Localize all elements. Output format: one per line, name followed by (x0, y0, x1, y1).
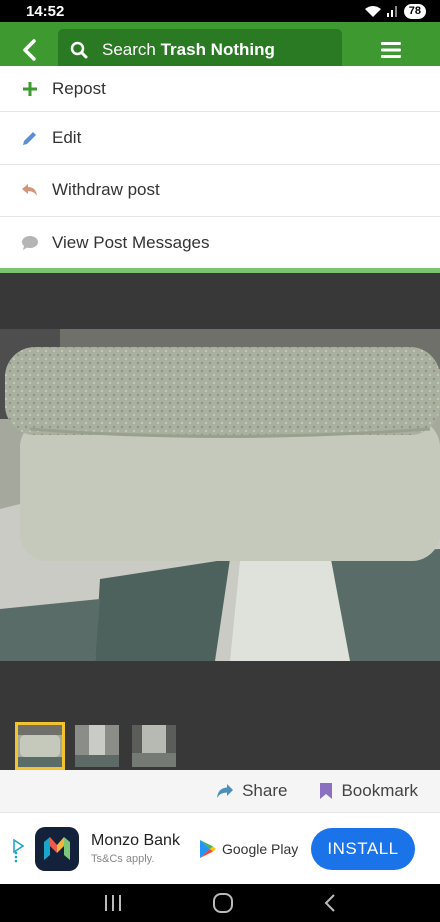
undo-arrow-icon (20, 180, 40, 200)
google-play-label: Google Play (222, 840, 299, 857)
ad-choices-icon[interactable] (0, 813, 35, 885)
back-chevron-icon (23, 39, 36, 61)
search-brand: Trash Nothing (160, 40, 275, 59)
photo-gallery (0, 273, 440, 770)
hamburger-icon (381, 42, 401, 58)
menu-item-label: Withdraw post (52, 180, 160, 200)
menu-item-label: View Post Messages (52, 232, 210, 252)
plus-icon (20, 79, 40, 99)
thumbnail-2[interactable] (75, 725, 119, 767)
post-actions-menu: Repost Edit Withdraw post View Post Mess… (0, 66, 440, 270)
battery-icon: 78 (403, 3, 426, 19)
wifi-icon (364, 5, 381, 17)
speech-bubble-icon (20, 233, 40, 253)
share-button[interactable]: Share (216, 781, 287, 801)
google-play-badge: Google Play (199, 839, 311, 859)
bookmark-label: Bookmark (341, 781, 418, 800)
share-label: Share (242, 781, 288, 800)
post-photo[interactable] (0, 329, 440, 661)
signal-icon (386, 6, 397, 17)
status-time: 14:52 (26, 2, 65, 20)
thumbnail-strip (15, 722, 176, 770)
ad-subtitle: Ts&Cs apply. (91, 853, 155, 865)
pencil-icon (20, 128, 40, 148)
search-placeholder: Search Trash Nothing (102, 40, 275, 60)
search-input[interactable]: Search Trash Nothing (58, 29, 342, 71)
bookmark-button[interactable]: Bookmark (319, 781, 418, 801)
thumbnail-3[interactable] (132, 725, 176, 767)
menu-item-withdraw[interactable]: Withdraw post (0, 164, 440, 217)
menu-item-repost[interactable]: Repost (0, 66, 440, 112)
google-play-icon (200, 839, 216, 858)
share-icon (216, 783, 234, 799)
back-icon[interactable] (323, 893, 337, 913)
monzo-logo (35, 826, 79, 871)
menu-item-label: Repost (52, 78, 106, 98)
home-icon[interactable] (212, 892, 234, 914)
bookmark-icon (319, 782, 333, 800)
search-prefix: Search (102, 40, 161, 59)
ad-title: Monzo Bank (91, 832, 180, 849)
status-bar: 14:52 78 (0, 0, 440, 22)
post-actions-bar: Share Bookmark (0, 770, 440, 812)
recent-apps-icon[interactable] (103, 894, 123, 912)
ad-text: Monzo Bank Ts&Cs apply. (91, 832, 199, 865)
install-button[interactable]: INSTALL (311, 827, 415, 870)
menu-item-view-messages[interactable]: View Post Messages (0, 217, 440, 270)
menu-item-label: Edit (52, 127, 82, 147)
search-icon (70, 41, 88, 59)
status-icons: 78 (364, 3, 426, 19)
ad-banner[interactable]: Monzo Bank Ts&Cs apply. Google Play INST… (0, 812, 440, 884)
menu-item-edit[interactable]: Edit (0, 112, 440, 165)
system-nav-bar (0, 884, 440, 922)
thumbnail-1[interactable] (15, 722, 65, 770)
